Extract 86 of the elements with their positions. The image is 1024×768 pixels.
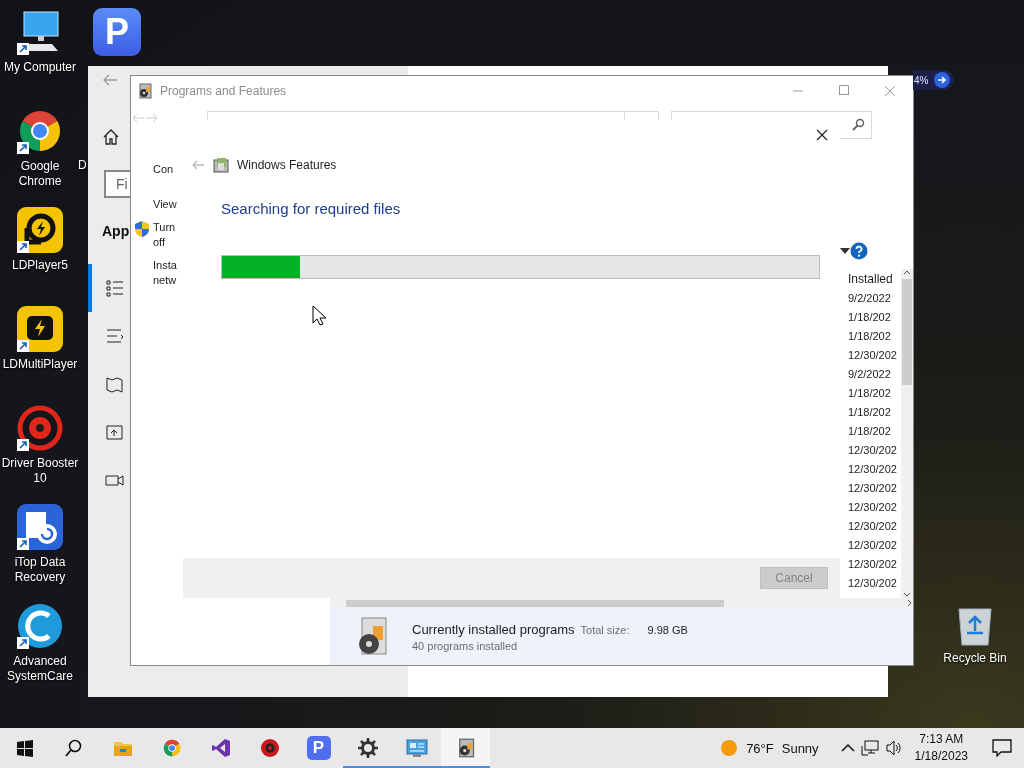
maximize-icon xyxy=(836,85,852,97)
driver-booster-logo-icon[interactable] xyxy=(16,404,64,452)
size-value: 9.98 GB xyxy=(647,623,688,636)
taskbar-button[interactable] xyxy=(441,728,490,768)
mouse-pointer-icon xyxy=(312,305,326,326)
task-link[interactable]: View xyxy=(153,197,177,212)
program-count: 40 programs installed xyxy=(412,639,519,652)
temperature[interactable]: 76°F xyxy=(746,740,774,756)
nav-icon xyxy=(104,326,124,346)
control-panel-icon xyxy=(405,738,428,758)
percent-widget[interactable]: 4% xyxy=(913,70,955,90)
desktop-icon-label[interactable]: My Computer xyxy=(1,60,79,75)
window-title: Programs and Features xyxy=(160,84,288,98)
windows-features-icon xyxy=(213,157,229,173)
desktop-icon-label[interactable]: Recycle Bin xyxy=(943,651,1007,665)
windows-logo-icon xyxy=(14,738,35,758)
data-recovery-logo-icon[interactable] xyxy=(16,503,64,551)
task-link[interactable]: Turn off xyxy=(153,220,176,250)
scroll-down-icon[interactable] xyxy=(903,592,911,598)
table-cell-text: 1/18/202 xyxy=(848,329,892,344)
driver-booster-logo-icon xyxy=(259,738,280,758)
nav-icon xyxy=(104,422,124,442)
table-cell-text: 1/18/202 xyxy=(848,386,892,401)
desktop-icon-label[interactable]: LDPlayer5 xyxy=(1,258,79,273)
clock[interactable]: 7:13 AM 1/18/2023 xyxy=(914,731,968,765)
horizontal-scrollbar[interactable] xyxy=(330,598,913,608)
close-button[interactable] xyxy=(814,127,830,143)
table-cell-text: 12/30/202 xyxy=(848,348,898,363)
gear-icon xyxy=(357,738,378,758)
page-heading: App xyxy=(102,222,130,241)
search-icon xyxy=(851,118,865,132)
percent-text: 4% xyxy=(914,74,929,86)
scroll-right-icon[interactable] xyxy=(907,599,913,607)
ldmultiplayer-logo-icon[interactable] xyxy=(16,305,64,353)
desktop-icon-label[interactable]: Advanced SystemCare xyxy=(1,654,79,684)
close-icon xyxy=(816,129,828,141)
dialog-title: Windows Features xyxy=(237,158,337,172)
taskbar-button[interactable]: P xyxy=(294,728,343,768)
table-cell-text: 12/30/202 xyxy=(848,462,898,477)
chevron-up-icon[interactable] xyxy=(840,743,855,753)
speech-bubble-icon xyxy=(992,739,1012,757)
nav-icon xyxy=(104,278,124,298)
table-cell-text: 12/30/202 xyxy=(848,557,898,572)
table-cell-text: 12/30/202 xyxy=(848,538,898,553)
programs-icon xyxy=(137,83,153,99)
nav-icon xyxy=(104,374,124,394)
status-heading: Searching for required files xyxy=(221,200,402,217)
table-cell-text: 1/18/202 xyxy=(848,424,892,439)
table-cell-text: 1/18/202 xyxy=(848,405,892,420)
scroll-up-icon[interactable] xyxy=(903,269,911,275)
clock-date: 1/18/2023 xyxy=(914,748,968,765)
chrome-logo-icon xyxy=(161,738,182,758)
table-cell-text: 12/30/202 xyxy=(848,576,898,591)
systemcare-logo-icon[interactable] xyxy=(16,602,64,650)
table-cell-text: 12/30/202 xyxy=(848,481,898,496)
table-cell-text: 12/30/202 xyxy=(848,500,898,515)
table-cell-text: 9/2/2022 xyxy=(848,367,892,382)
size-label: Total size: xyxy=(580,623,630,636)
network-icon[interactable] xyxy=(860,740,879,756)
vertical-scrollbar[interactable] xyxy=(901,269,913,598)
task-link[interactable]: Insta netw xyxy=(153,258,177,288)
clock-time: 7:13 AM xyxy=(919,731,964,748)
home-icon[interactable] xyxy=(102,128,120,146)
desktop-icon-label[interactable]: Driver Booster 10 xyxy=(1,456,79,486)
column-header[interactable]: Installed xyxy=(848,269,901,289)
table-cell-text: 1/18/202 xyxy=(848,310,892,325)
desktop-icon-label[interactable]: iTop Data Recovery xyxy=(1,555,79,585)
desktop-icon-label[interactable]: LDMultiPlayer xyxy=(1,357,79,372)
ldplayer-logo-icon[interactable] xyxy=(16,206,64,254)
table-cell-text: 12/30/202 xyxy=(848,443,898,458)
table-cell-text: 12/30/202 xyxy=(848,519,898,534)
weather-condition[interactable]: Sunny xyxy=(781,740,819,756)
desktop-icon-label[interactable]: Google Chrome xyxy=(1,159,79,189)
caret-icon[interactable] xyxy=(840,248,850,254)
pdf-app-icon: P xyxy=(306,736,331,760)
pdf-app-icon[interactable]: P xyxy=(93,8,141,56)
search-icon xyxy=(63,738,84,758)
visual-studio-logo-icon xyxy=(210,738,231,758)
help-icon[interactable] xyxy=(850,242,868,260)
search-field[interactable]: Fi xyxy=(104,170,130,198)
volume-icon[interactable] xyxy=(884,740,903,756)
close-icon xyxy=(882,85,898,97)
task-link[interactable]: Con xyxy=(153,162,174,177)
desktop-icon-label[interactable]: D xyxy=(78,158,87,172)
details-title: Currently installed programs xyxy=(412,621,575,637)
table-cell-text: 9/2/2022 xyxy=(848,291,892,306)
